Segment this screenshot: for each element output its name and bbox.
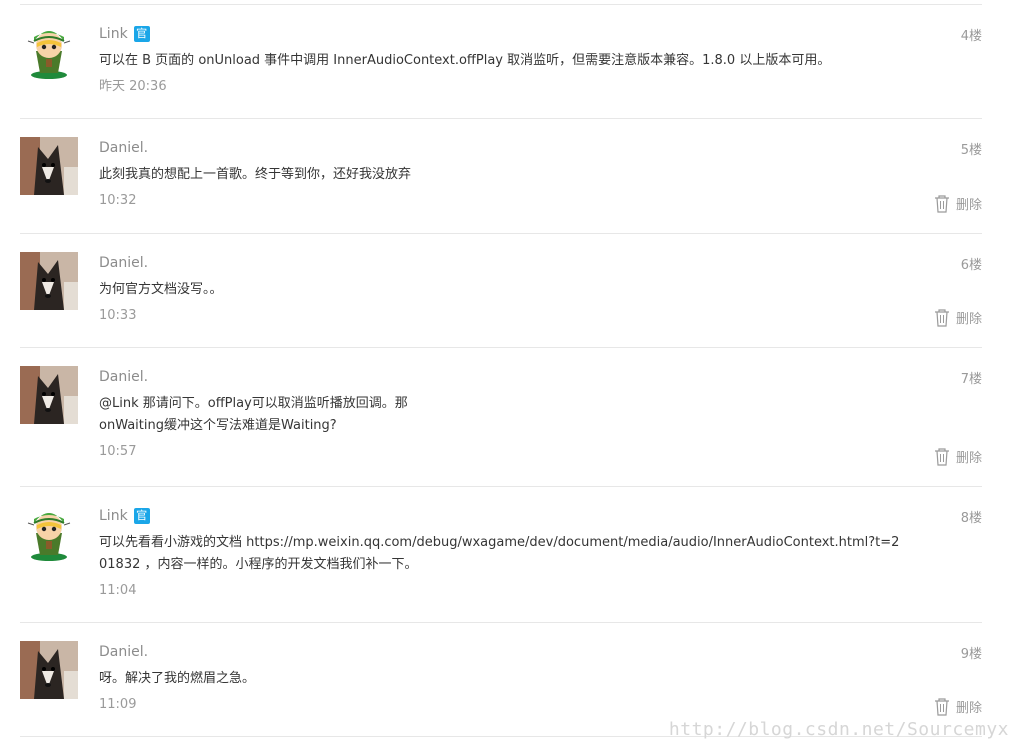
delete-button[interactable]: 删除 <box>934 447 982 466</box>
avatar[interactable] <box>20 366 78 424</box>
comment-time: 11:09 <box>99 697 137 712</box>
author-name[interactable]: Link <box>99 508 128 524</box>
comment-text: 呀。解决了我的燃眉之急。 <box>99 671 256 686</box>
avatar[interactable] <box>20 641 78 699</box>
comment-list: Link 官 4楼 可以在 B 页面的 onUnload 事件中调用 Inner… <box>20 4 982 737</box>
comment-text: 可以先看看小游戏的文档 https://mp.weixin.qq.com/deb… <box>99 532 982 576</box>
avatar[interactable] <box>20 505 78 563</box>
comment-time: 10:57 <box>99 444 137 459</box>
comment-text-line: 可以先看看小游戏的文档 https://mp.weixin.qq.com/deb… <box>99 535 900 550</box>
floor-number: 7楼 <box>960 372 982 387</box>
trash-icon <box>934 697 950 716</box>
floor-number: 8楼 <box>960 511 982 526</box>
comment-text: 为何官方文档没写。。 <box>99 282 223 297</box>
author-name[interactable]: Daniel. <box>99 369 148 385</box>
delete-button[interactable]: 删除 <box>934 308 982 327</box>
delete-label: 删除 <box>955 701 982 716</box>
floor-number: 4楼 <box>960 29 982 44</box>
avatar[interactable] <box>20 137 78 195</box>
delete-label: 删除 <box>955 198 982 213</box>
comment-item: Link 官 4楼 可以在 B 页面的 onUnload 事件中调用 Inner… <box>20 4 982 118</box>
author-name[interactable]: Daniel. <box>99 255 148 271</box>
delete-label: 删除 <box>955 451 982 466</box>
delete-label: 删除 <box>955 312 982 327</box>
official-badge: 官 <box>133 26 150 42</box>
avatar[interactable] <box>20 23 78 81</box>
comment-time: 10:32 <box>99 193 137 208</box>
comment-item: Daniel. 6楼 为何官方文档没写。。 10:33 删除 <box>20 233 982 347</box>
avatar[interactable] <box>20 252 78 310</box>
comment-text-line: @Link 那请问下。offPlay可以取消监听播放回调。那 <box>99 396 408 411</box>
comment-text-line: onWaiting缓冲这个写法难道是Waiting? <box>99 418 337 433</box>
comment-time: 10:33 <box>99 308 137 323</box>
comment-time: 11:04 <box>99 583 137 598</box>
trash-icon <box>934 308 950 327</box>
author-name[interactable]: Link <box>99 26 128 42</box>
author-name[interactable]: Daniel. <box>99 644 148 660</box>
delete-button[interactable]: 删除 <box>934 194 982 213</box>
floor-number: 6楼 <box>960 258 982 273</box>
trash-icon <box>934 447 950 466</box>
comment-text: @Link 那请问下。offPlay可以取消监听播放回调。那 onWaiting… <box>99 393 982 437</box>
comment-item: Link 官 8楼 可以先看看小游戏的文档 https://mp.weixin.… <box>20 486 982 622</box>
watermark: http://blog.csdn.net/Sourcemyx <box>668 719 1009 740</box>
author-name[interactable]: Daniel. <box>99 140 148 156</box>
trash-icon <box>934 194 950 213</box>
comment-text: 可以在 B 页面的 onUnload 事件中调用 InnerAudioConte… <box>99 53 831 68</box>
delete-button[interactable]: 删除 <box>934 697 982 716</box>
comment-item: Daniel. 7楼 @Link 那请问下。offPlay可以取消监听播放回调。… <box>20 347 982 486</box>
floor-number: 5楼 <box>960 143 982 158</box>
floor-number: 9楼 <box>960 647 982 662</box>
comment-text: 此刻我真的想配上一首歌。终于等到你，还好我没放弃 <box>99 167 412 182</box>
comment-item: Daniel. 5楼 此刻我真的想配上一首歌。终于等到你，还好我没放弃 10:3… <box>20 118 982 233</box>
comment-time: 昨天 20:36 <box>99 79 167 94</box>
comment-text-line: 01832 ，内容一样的。小程序的开发文档我们补一下。 <box>99 557 418 572</box>
official-badge: 官 <box>133 508 150 524</box>
